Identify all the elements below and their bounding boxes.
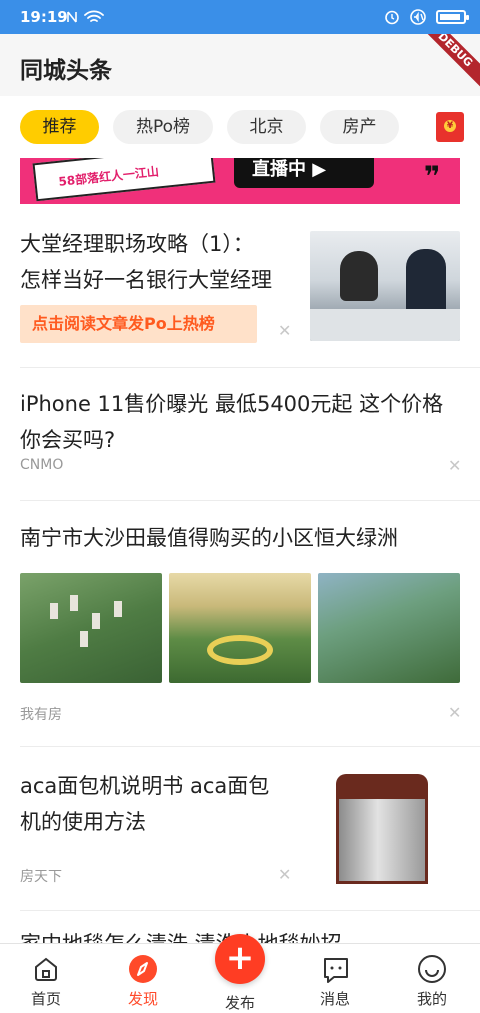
red-packet-icon[interactable]: ¥: [436, 112, 464, 142]
nav-home[interactable]: 首页: [16, 956, 76, 1009]
compass-icon: [129, 955, 157, 983]
article-title[interactable]: iPhone 11售价曝光 最低5400元起 这个价格 你会买吗?: [20, 386, 460, 458]
wifi-icon: [84, 10, 104, 22]
app-title: 同城头条: [20, 58, 112, 84]
nav-profile[interactable]: 我的: [402, 955, 462, 1009]
app-bar: 同城头条 DEBUG: [0, 34, 480, 96]
sound-icon: [410, 9, 426, 25]
play-icon: ▶: [312, 159, 327, 180]
tab-real-estate[interactable]: 房产: [320, 110, 399, 144]
article-source: 我有房: [20, 707, 62, 723]
nav-messages[interactable]: 消息: [305, 956, 365, 1009]
news-feed[interactable]: 58部落红人一江山 直播中 ▶ ❞ 大堂经理职场攻略（1）： 怎样当好一名银行大…: [0, 158, 480, 943]
article-source: CNMO: [20, 457, 64, 473]
home-icon: [33, 956, 59, 982]
article-source: 房天下: [20, 869, 62, 885]
quote-icon: ❞: [424, 160, 441, 193]
smile-icon: [418, 955, 446, 983]
nfc-icon: [67, 11, 77, 23]
article-title[interactable]: aca面包机说明书 aca面包 机的使用方法: [20, 768, 310, 840]
category-tabs: 推荐 热Po榜 北京 房产 ¥: [0, 96, 480, 158]
article-thumbnail[interactable]: [310, 231, 460, 341]
battery-icon: [436, 10, 469, 24]
close-icon[interactable]: ✕: [448, 703, 461, 722]
debug-ribbon: DEBUG: [410, 34, 480, 95]
live-banner[interactable]: 58部落红人一江山 直播中 ▶ ❞: [20, 158, 460, 204]
banner-sticker-text: 58部落红人一江山: [57, 164, 160, 189]
alarm-icon: [385, 10, 399, 25]
hot-list-promo[interactable]: 点击阅读文章发Po上热榜: [20, 305, 257, 343]
close-icon[interactable]: ✕: [278, 321, 291, 340]
article-thumbnail[interactable]: [318, 573, 460, 683]
article-thumbnail[interactable]: [169, 573, 311, 683]
message-icon: [322, 956, 348, 983]
close-icon[interactable]: ✕: [278, 865, 291, 884]
tab-beijing[interactable]: 北京: [227, 110, 306, 144]
publish-button[interactable]: +: [215, 934, 265, 984]
tab-hot-po[interactable]: 热Po榜: [113, 110, 213, 144]
bottom-nav: 首页 发现 + 发布 消息 我的: [0, 934, 480, 1013]
nav-discover[interactable]: 发现: [113, 955, 173, 1009]
tab-recommend[interactable]: 推荐: [20, 110, 99, 144]
article-thumbnail[interactable]: [330, 770, 434, 886]
publish-label: 发布: [224, 994, 255, 1012]
status-time: 19:19: [20, 8, 68, 26]
close-icon[interactable]: ✕: [448, 456, 461, 475]
status-bar: 19:19: [0, 0, 480, 34]
article-title[interactable]: 大堂经理职场攻略（1）： 怎样当好一名银行大堂经理: [20, 226, 305, 298]
live-badge: 直播中 ▶: [234, 158, 374, 188]
plus-icon: +: [225, 938, 255, 978]
article-title[interactable]: 南宁市大沙田最值得购买的小区恒大绿洲: [20, 520, 460, 556]
article-thumbnail[interactable]: [20, 573, 162, 683]
